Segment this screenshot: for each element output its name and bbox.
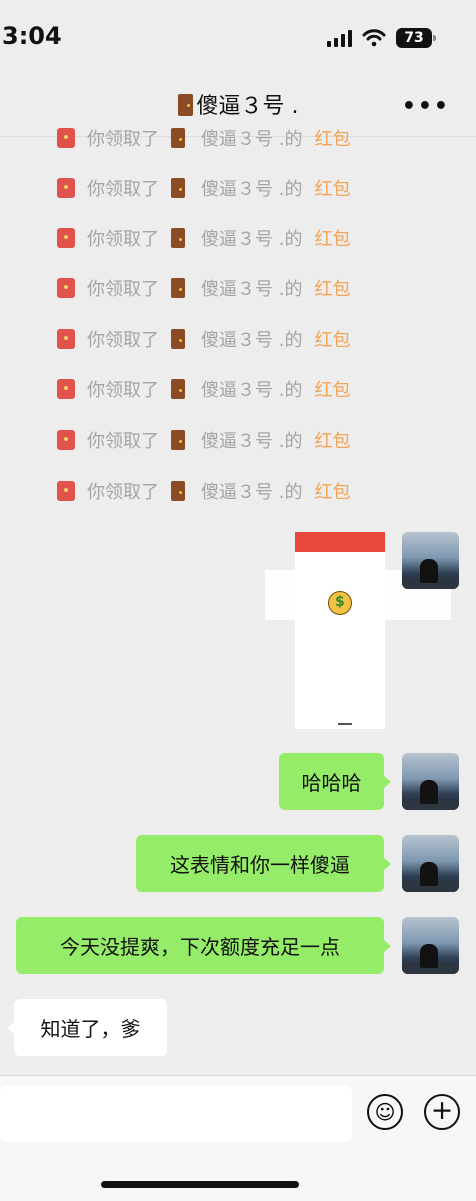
message-text: 哈哈哈 bbox=[301, 771, 362, 795]
status-icons: 73 bbox=[327, 28, 436, 48]
notice-name: 傻逼３号 .的 bbox=[201, 380, 303, 401]
notice-text: 你领取了 bbox=[87, 380, 159, 401]
sticker-line bbox=[338, 723, 352, 725]
battery-icon: 73 bbox=[396, 28, 436, 48]
notice-name: 傻逼３号 .的 bbox=[201, 179, 303, 200]
door-emoji-icon bbox=[171, 329, 185, 349]
redpacket-notice: 你领取了 傻逼３号 .的 红包 bbox=[57, 325, 350, 353]
notice-name: 傻逼３号 .的 bbox=[201, 482, 303, 503]
notice-text: 你领取了 bbox=[87, 431, 159, 452]
avatar-me[interactable] bbox=[402, 753, 459, 810]
redpacket-notice: 你领取了 傻逼３号 .的 红包 bbox=[57, 224, 350, 252]
status-bar: 3:04 73 bbox=[0, 0, 476, 78]
cellular-signal-icon bbox=[327, 29, 352, 47]
message-bubble[interactable]: 这表情和你一样傻逼 bbox=[136, 835, 391, 892]
notice-redpacket-link[interactable]: 红包 bbox=[314, 175, 350, 201]
door-emoji-icon bbox=[171, 178, 185, 198]
redpacket-icon bbox=[57, 228, 75, 248]
redpacket-notice: 你领取了 傻逼３号 .的 红包 bbox=[57, 375, 350, 403]
avatar-person bbox=[420, 780, 438, 804]
door-emoji-icon bbox=[171, 430, 185, 450]
battery-level: 73 bbox=[404, 30, 424, 46]
redpacket-icon bbox=[57, 481, 75, 501]
notice-name: 傻逼３号 .的 bbox=[201, 279, 303, 300]
message-bubble[interactable]: 哈哈哈 bbox=[279, 753, 391, 810]
redpacket-icon bbox=[57, 278, 75, 298]
notice-text: 你领取了 bbox=[87, 482, 159, 503]
notice-redpacket-link[interactable]: 红包 bbox=[314, 275, 350, 301]
notice-redpacket-link[interactable]: 红包 bbox=[314, 478, 350, 504]
redpacket-icon bbox=[57, 128, 75, 148]
more-icon[interactable]: ••• bbox=[402, 94, 450, 119]
avatar-me[interactable] bbox=[402, 917, 459, 974]
door-emoji-icon bbox=[171, 278, 185, 298]
redpacket-icon bbox=[57, 430, 75, 450]
wifi-icon bbox=[362, 29, 386, 47]
avatar-person bbox=[420, 559, 438, 583]
notice-text: 你领取了 bbox=[87, 330, 159, 351]
notice-text: 你领取了 bbox=[87, 179, 159, 200]
redpacket-icon bbox=[57, 329, 75, 349]
plus-circle-icon[interactable]: + bbox=[424, 1094, 460, 1130]
redpacket-notice: 你领取了 傻逼３号 .的 红包 bbox=[57, 174, 350, 202]
notice-redpacket-link[interactable]: 红包 bbox=[314, 125, 350, 151]
message-bubble[interactable]: 知道了，爹 bbox=[7, 999, 167, 1056]
notice-text: 你领取了 bbox=[87, 279, 159, 300]
door-emoji-icon bbox=[177, 94, 193, 116]
redpacket-icon bbox=[57, 178, 75, 198]
avatar-person bbox=[420, 862, 438, 886]
notice-redpacket-link[interactable]: 红包 bbox=[314, 376, 350, 402]
door-emoji-icon bbox=[171, 379, 185, 399]
message-input[interactable] bbox=[0, 1086, 352, 1142]
sticker-redpacket-header bbox=[295, 532, 385, 552]
notice-name: 傻逼３号 .的 bbox=[201, 431, 303, 452]
avatar-me[interactable] bbox=[402, 835, 459, 892]
sticker-message[interactable] bbox=[265, 532, 451, 729]
message-text: 今天没提爽，下次额度充足一点 bbox=[60, 935, 340, 959]
status-time: 3:04 bbox=[2, 22, 62, 50]
message-bubble[interactable]: 今天没提爽，下次额度充足一点 bbox=[16, 917, 391, 974]
redpacket-notice: 你领取了 傻逼３号 .的 红包 bbox=[57, 124, 350, 152]
redpacket-notice: 你领取了 傻逼３号 .的 红包 bbox=[57, 477, 350, 505]
chat-title-text: 傻逼３号 . bbox=[196, 94, 299, 119]
notice-name: 傻逼３号 .的 bbox=[201, 229, 303, 250]
notice-text: 你领取了 bbox=[87, 129, 159, 150]
redpacket-icon bbox=[57, 379, 75, 399]
notice-redpacket-link[interactable]: 红包 bbox=[314, 326, 350, 352]
door-emoji-icon bbox=[171, 128, 185, 148]
emoji-icon[interactable]: ☺ bbox=[367, 1094, 403, 1130]
money-face-emoji-icon bbox=[328, 591, 352, 615]
notice-name: 傻逼３号 .的 bbox=[201, 129, 303, 150]
redpacket-notice: 你领取了 傻逼３号 .的 红包 bbox=[57, 426, 350, 454]
notice-redpacket-link[interactable]: 红包 bbox=[314, 225, 350, 251]
notice-text: 你领取了 bbox=[87, 229, 159, 250]
avatar-me[interactable] bbox=[402, 532, 459, 589]
door-emoji-icon bbox=[171, 228, 185, 248]
message-text: 这表情和你一样傻逼 bbox=[170, 853, 350, 877]
notice-name: 傻逼３号 .的 bbox=[201, 330, 303, 351]
door-emoji-icon bbox=[171, 481, 185, 501]
message-text: 知道了，爹 bbox=[40, 1017, 141, 1041]
notice-redpacket-link[interactable]: 红包 bbox=[314, 427, 350, 453]
redpacket-notice: 你领取了 傻逼３号 .的 红包 bbox=[57, 274, 350, 302]
avatar-person bbox=[420, 944, 438, 968]
home-indicator bbox=[101, 1181, 299, 1188]
